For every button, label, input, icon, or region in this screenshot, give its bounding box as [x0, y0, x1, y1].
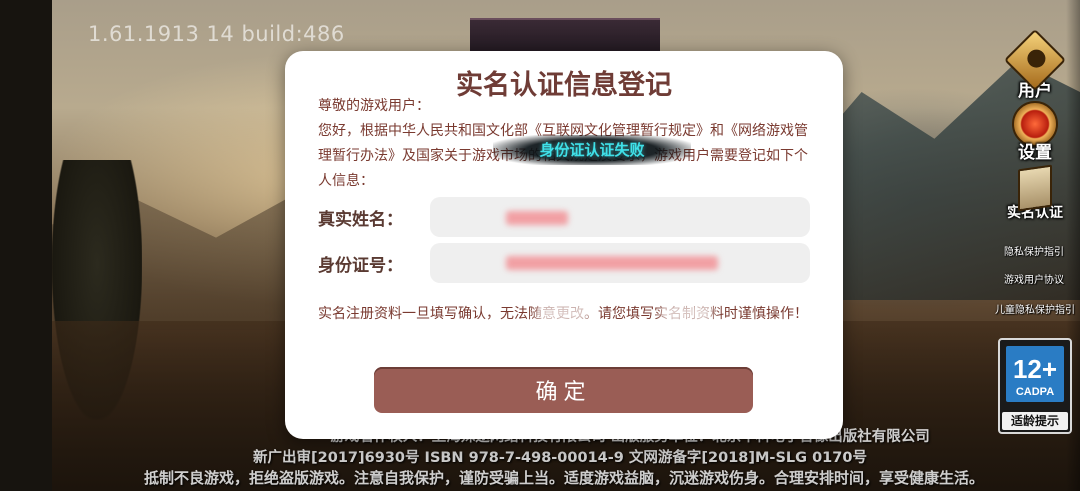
- left-black-bar: [0, 0, 52, 491]
- error-toast: 身份证认证失败: [493, 135, 691, 165]
- settings-label: 设置: [1018, 143, 1052, 163]
- privacy-guide-link[interactable]: 隐私保护指引: [1004, 243, 1064, 258]
- age-rating-org: CADPA: [1015, 386, 1055, 398]
- name-input[interactable]: [430, 197, 810, 237]
- user-agreement-link[interactable]: 游戏用户协议: [1004, 271, 1064, 286]
- realname-dialog: 实名认证信息登记 尊敬的游戏用户： 您好，根据中华人民共和国文化部《互联网文化管…: [285, 51, 843, 439]
- dialog-greeting: 尊敬的游戏用户：: [318, 98, 430, 114]
- age-rating-value: 12+: [1012, 354, 1058, 384]
- child-privacy-link[interactable]: 儿童隐私保护指引: [995, 301, 1075, 316]
- notice-smudge: [661, 303, 713, 323]
- realname-auth-button[interactable]: 实名认证: [998, 164, 1072, 222]
- document-icon: [1018, 164, 1052, 212]
- settings-button[interactable]: 设置: [1000, 101, 1070, 163]
- id-redaction: [506, 256, 718, 270]
- name-label: 真实姓名：: [318, 210, 403, 230]
- user-button[interactable]: 用户: [1000, 28, 1070, 101]
- confirm-button[interactable]: 确定: [374, 367, 753, 413]
- name-row: 真实姓名：: [318, 197, 810, 237]
- title-banner: [470, 18, 660, 52]
- version-label: 1.61.1913 14 build:486: [88, 22, 345, 46]
- legal-health-notice: 抵制不良游戏，拒绝盗版游戏。注意自我保护，谨防受骗上当。适度游戏益脑，沉迷游戏伤…: [143, 469, 984, 487]
- notice-smudge: [537, 303, 589, 323]
- legal-approval: 新广出审[2017]6930号 ISBN 978-7-498-00014-9 文…: [253, 450, 867, 466]
- id-row: 身份证号：: [318, 243, 810, 283]
- id-label: 身份证号：: [318, 256, 403, 276]
- name-redaction: [506, 211, 568, 225]
- age-rating-badge[interactable]: 12+ CADPA 适龄提示: [998, 338, 1072, 434]
